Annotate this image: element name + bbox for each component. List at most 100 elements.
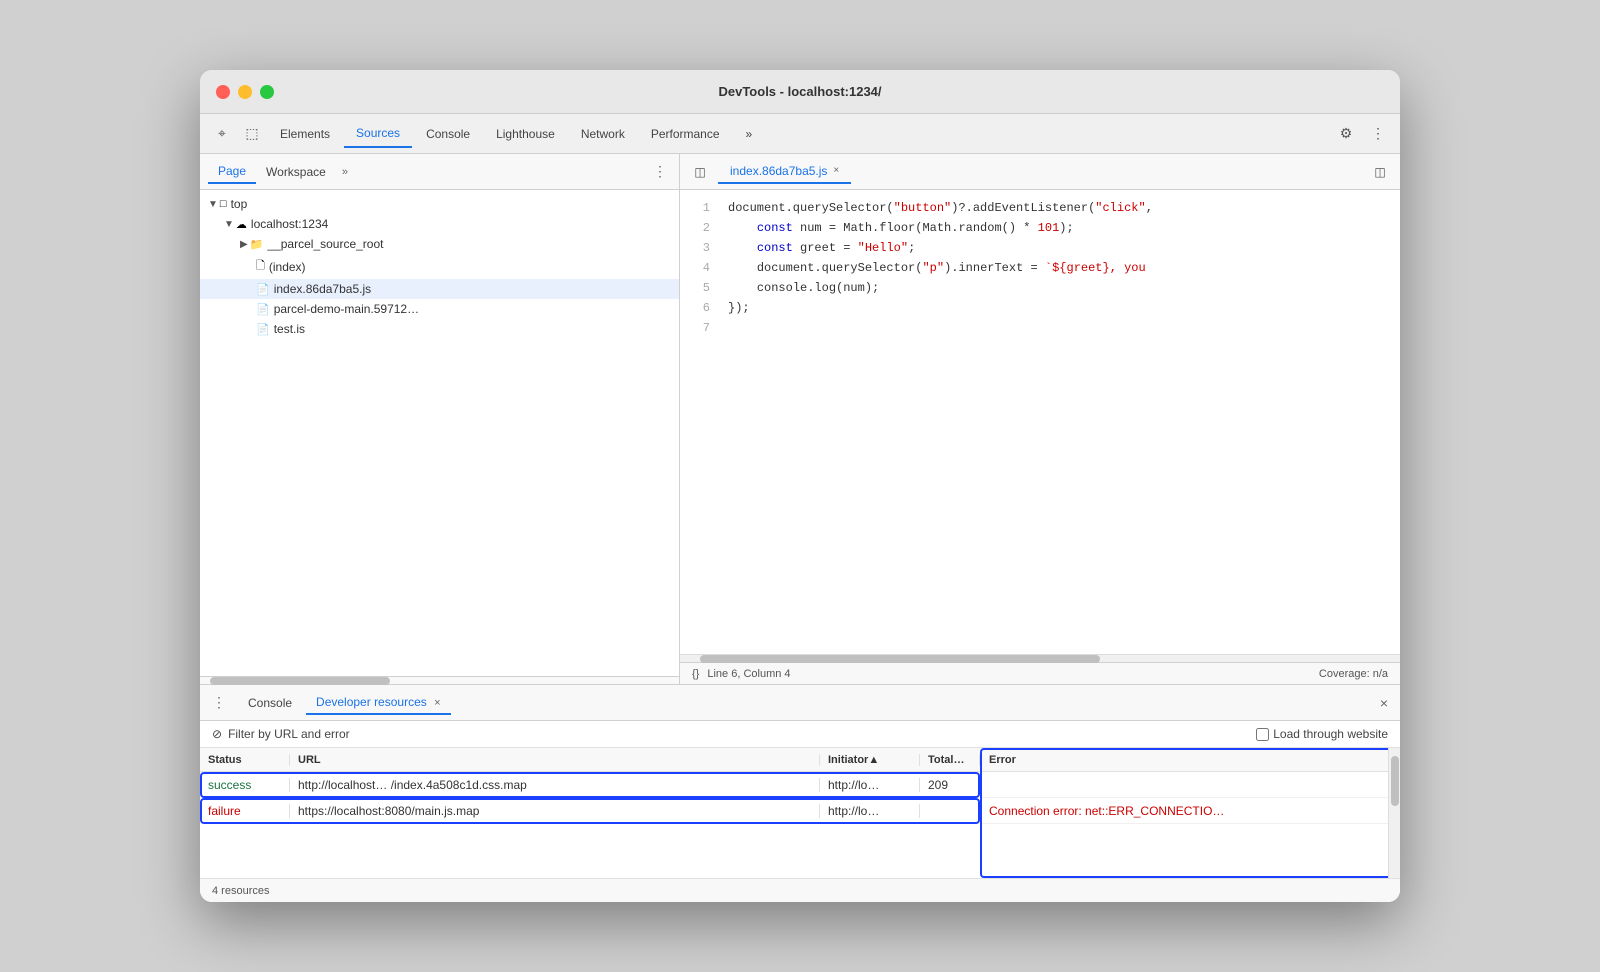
cloud-icon: ☁ [236,218,247,231]
code-scrollbar-thumb[interactable] [700,655,1100,663]
load-through-website-label: Load through website [1273,727,1388,741]
editor-position: Line 6, Column 4 [707,668,790,680]
gear-icon[interactable]: ⚙ [1332,120,1360,148]
editor-statusbar: {} Line 6, Column 4 Coverage: n/a [680,662,1400,684]
tree-item-test[interactable]: 📄 test.is [200,319,679,339]
tab-more-left[interactable]: » [336,162,354,182]
tab-performance[interactable]: Performance [639,121,732,147]
js-file-icon-3: 📄 [256,323,270,336]
load-through-website-input[interactable] [1256,728,1269,741]
th-total: Total… [920,754,980,766]
tab-elements[interactable]: Elements [268,121,342,147]
th-url: URL [290,754,820,766]
table-row-1[interactable]: success http://localhost… /index.4a508c1… [200,772,980,798]
td-total-1: 209 [920,778,980,792]
traffic-lights [216,85,274,99]
code-line-4: document.querySelector("p").innerText = … [720,258,1400,278]
left-panel-tabs: Page Workspace » ⋮ [200,154,679,190]
cursor-icon[interactable]: ⌖ [208,120,236,148]
arrow-right-icon: ▶ [240,239,248,250]
tab-lighthouse[interactable]: Lighthouse [484,121,567,147]
error-table-header: Error [981,748,1400,772]
filter-label: Filter by URL and error [228,727,350,741]
select-element-icon[interactable]: ⬚ [238,120,266,148]
tree-item-index[interactable]: 🗋 (index) [200,254,679,279]
bottom-panel-close[interactable]: × [1376,691,1392,715]
tree-item-top[interactable]: ▼ □ top [200,194,679,214]
editor-sidebar-right-icon[interactable]: ◫ [1368,160,1392,184]
code-editor-panel: ◫ index.86da7ba5.js × ◫ 1 2 3 4 5 6 7 [680,154,1400,684]
kebab-icon[interactable]: ⋮ [1364,120,1392,148]
td-error-2: Connection error: net::ERR_CONNECTIO… [981,804,1232,818]
format-icon: {} [692,668,699,680]
folder-icon: □ [220,198,227,210]
load-through-website-checkbox[interactable]: Load through website [1256,727,1388,741]
table-row-2[interactable]: failure https://localhost:8080/main.js.m… [200,798,980,824]
td-status-2: failure [200,804,290,818]
left-resources: Status URL Initiator▲ Total… success htt… [200,748,980,878]
resources-layout: Status URL Initiator▲ Total… success htt… [200,748,1400,878]
fullscreen-button[interactable] [260,85,274,99]
td-initiator-2: http://lo… [820,804,920,818]
code-line-2: const num = Math.floor(Math.random() * 1… [720,218,1400,238]
filter-bar: ⊘ Filter by URL and error Load through w… [200,721,1400,748]
editor-tab-close[interactable]: × [833,165,839,176]
close-button[interactable] [216,85,230,99]
left-panel-kebab[interactable]: ⋮ [649,159,671,184]
left-panel-scrollbar [200,676,679,684]
td-status-1: success [200,778,290,792]
tab-network[interactable]: Network [569,121,637,147]
tab-sources[interactable]: Sources [344,120,412,148]
h-scrollbar-thumb[interactable] [210,677,390,685]
file-tree: ▼ □ top ▼ ☁ localhost:1234 ▶ 📁 _ [200,190,679,676]
devtools-window: DevTools - localhost:1234/ ⌖ ⬚ Elements … [200,70,1400,902]
window-title: DevTools - localhost:1234/ [718,84,881,99]
tab-console[interactable]: Console [414,121,482,147]
filter-icon: ⊘ [212,727,222,741]
tree-item-parcel-demo[interactable]: 📄 parcel-demo-main.59712… [200,299,679,319]
titlebar: DevTools - localhost:1234/ [200,70,1400,114]
td-initiator-1: http://lo… [820,778,920,792]
code-area: 1 2 3 4 5 6 7 document.querySelector("bu… [680,190,1400,654]
th-error: Error [981,754,1024,766]
code-line-1: document.querySelector("button")?.addEve… [720,198,1400,218]
code-horizontal-scrollbar[interactable] [680,654,1400,662]
th-status: Status [200,754,290,766]
resource-count: 4 resources [212,885,269,897]
code-line-5: console.log(num); [720,278,1400,298]
table-header: Status URL Initiator▲ Total… [200,748,980,772]
tree-item-index-js[interactable]: 📄 index.86da7ba5.js [200,279,679,299]
coverage-label: Coverage: n/a [1319,668,1388,680]
js-file-icon-2: 📄 [256,303,270,316]
bottom-panel: ⋮ Console Developer resources × × ⊘ Filt… [200,684,1400,902]
line-numbers: 1 2 3 4 5 6 7 [680,190,720,654]
arrow-down-icon: ▼ [224,219,234,230]
folder-icon: 📁 [250,238,264,251]
tree-item-localhost[interactable]: ▼ ☁ localhost:1234 [200,214,679,234]
error-row-2[interactable]: Connection error: net::ERR_CONNECTIO… [981,798,1400,824]
code-line-3: const greet = "Hello"; [720,238,1400,258]
bottom-tabs: ⋮ Console Developer resources × × [200,685,1400,721]
blank-file-icon: 🗋 [256,257,265,276]
tab-more[interactable]: » [734,121,765,147]
tab-workspace[interactable]: Workspace [256,161,336,183]
error-row-1[interactable] [981,772,1400,798]
td-url-1: http://localhost… /index.4a508c1d.css.ma… [290,778,820,792]
tree-item-parcel-root[interactable]: ▶ 📁 __parcel_source_root [200,234,679,254]
right-resources: Error Connection error: net::ERR_CONNECT… [980,748,1400,878]
bottom-kebab-icon[interactable]: ⋮ [208,690,230,715]
tab-page[interactable]: Page [208,160,256,184]
code-content[interactable]: document.querySelector("button")?.addEve… [720,190,1400,654]
editor-tab-label: index.86da7ba5.js [730,164,827,178]
code-line-6: }); [720,298,1400,318]
bottom-tab-console[interactable]: Console [238,692,302,714]
editor-tab-indexjs[interactable]: index.86da7ba5.js × [718,160,851,184]
sidebar-toggle-icon[interactable]: ◫ [688,160,712,184]
main-layout: Page Workspace » ⋮ ▼ □ top ▼ ☁ localhost… [200,154,1400,684]
minimize-button[interactable] [238,85,252,99]
devresources-tab-close[interactable]: × [434,697,440,709]
js-file-icon: 📄 [256,283,270,296]
resources-footer: 4 resources [200,878,1400,902]
bottom-tab-devresources[interactable]: Developer resources × [306,691,451,715]
left-panel: Page Workspace » ⋮ ▼ □ top ▼ ☁ localhost… [200,154,680,684]
